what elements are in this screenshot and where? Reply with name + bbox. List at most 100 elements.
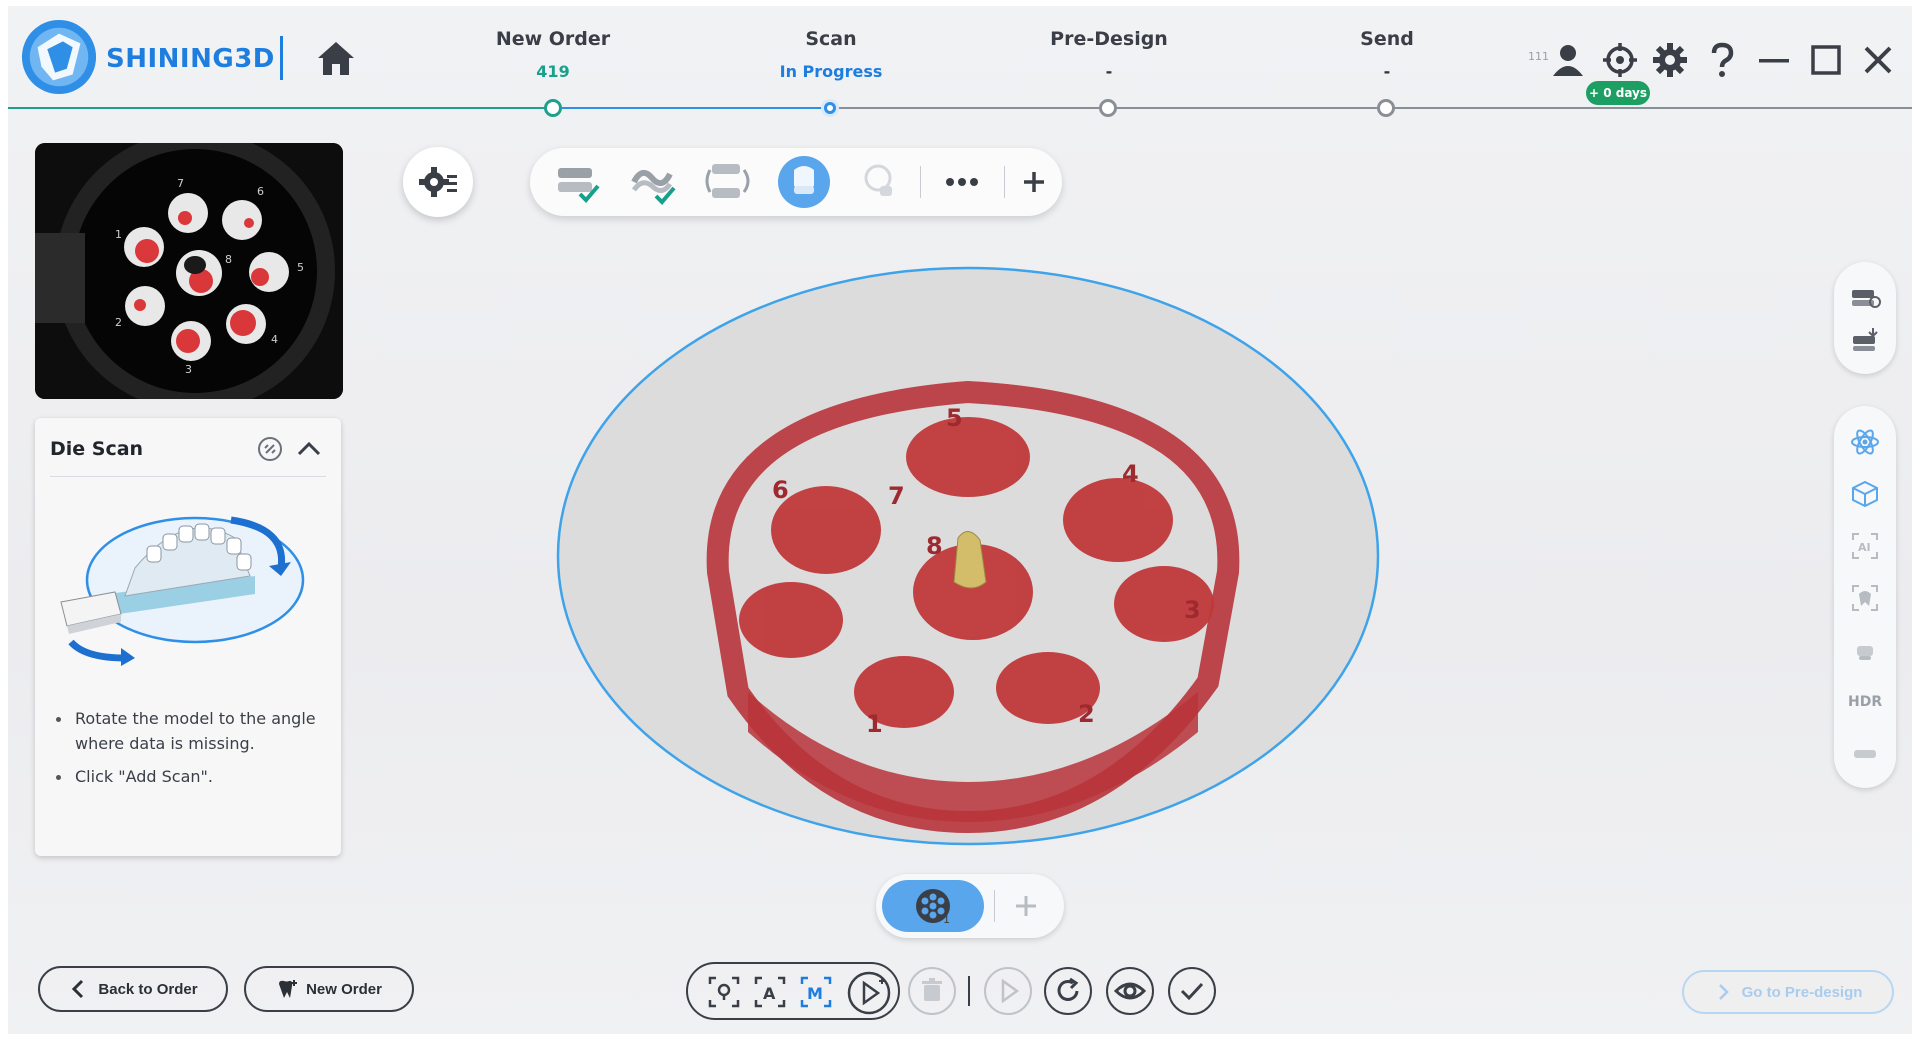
svg-text:M: M [807,984,823,1003]
ai-scan-icon[interactable]: AI [1849,530,1881,562]
back-to-order-button[interactable]: Back to Order [38,966,228,1012]
more-icon[interactable] [936,156,988,208]
step-sub: 419 [536,62,570,81]
tooth-frame-icon[interactable] [1849,582,1881,614]
rescan-button[interactable] [1044,967,1092,1015]
home-icon[interactable] [314,38,358,78]
play-scan-icon[interactable] [846,970,892,1016]
viewport-slot-label: 1 [866,710,883,738]
step-new-order[interactable]: New Order 419 [443,28,663,81]
step-node-send [1377,99,1395,117]
viewport-slot-label: 5 [946,404,963,432]
chevron-right-icon [1718,984,1729,1000]
right-tool-panel-top [1834,262,1896,374]
check-icon [1180,982,1204,1001]
chevron-left-icon [72,979,84,999]
step-node-pre-design [1099,99,1117,117]
detail-scan-disabled-icon[interactable] [854,156,906,208]
preview-slot-label: 8 [225,253,232,266]
crosshair-icon[interactable] [1602,42,1638,78]
step-pre-design[interactable]: Pre-Design - [999,28,1219,81]
user-icon[interactable] [1550,42,1586,78]
scan-tray-icon[interactable] [1849,324,1881,356]
cube-icon[interactable] [1849,478,1881,510]
bottom-divider [968,976,970,1006]
auto-scan-icon[interactable]: A [750,972,790,1012]
preview-slot-label: 7 [177,177,184,190]
tray-plate-icon: 1 [916,889,950,926]
new-order-button[interactable]: New Order [244,966,414,1012]
viewport-slot-label: 2 [1078,700,1095,728]
die-scan-card: Die Scan Rotate the model to the angle w… [35,418,341,856]
preview-slot-label: 6 [257,185,264,198]
scan-mode-controls: A M [686,962,900,1020]
scan-segment-1[interactable]: 1 [882,880,984,932]
progress-line-current [543,107,828,109]
manual-scan-icon[interactable]: M [796,972,836,1012]
close-icon[interactable] [1860,42,1896,78]
step-name: Scan [805,28,857,50]
add-scan-type-icon[interactable] [1008,156,1060,208]
viewport-slot-label: 6 [772,476,789,504]
link-icon[interactable] [258,437,282,461]
jaw-scan-done-icon[interactable] [550,156,602,208]
step-sub: In Progress [779,62,883,81]
tip-item: Click "Add Scan". [50,764,325,789]
preview-slot-label: 2 [115,316,122,329]
tray-gray-icon[interactable] [1849,736,1881,768]
gear-settings-icon [419,167,457,197]
minimize-icon[interactable] [1756,42,1792,78]
viewport-slot-label: 3 [1184,596,1201,624]
svg-text:AI: AI [1858,541,1871,554]
step-sub: - [1383,62,1391,81]
scan-model-render: 1 2 3 4 5 6 7 8 [556,266,1380,846]
confirm-button[interactable] [1168,967,1216,1015]
step-sub: - [1105,62,1113,81]
die-scan-card-controls [258,437,321,461]
gear-icon[interactable] [1652,42,1688,78]
right-tool-panel-bottom: AI HDR [1834,406,1896,788]
step-name: Pre-Design [1050,28,1168,50]
atom-icon[interactable] [1849,426,1881,458]
trim-jaw-icon[interactable] [1849,282,1881,314]
3d-viewport[interactable]: 1 2 3 4 5 6 7 8 [548,262,1388,852]
die-detail-icon[interactable] [1849,634,1881,666]
delete-button[interactable] [908,967,956,1015]
toolbar-divider [1004,166,1005,198]
user-count: 111 [1528,50,1549,63]
preview-slot-label: 5 [297,261,304,274]
viewport-slot-label: 7 [888,482,905,510]
go-to-predesign-button[interactable]: Go to Pre-design [1682,970,1894,1014]
add-segment-icon[interactable] [1008,888,1044,924]
bite-scan-icon[interactable] [702,156,754,208]
scan-type-toolbar [530,148,1062,216]
step-scan[interactable]: Scan In Progress [721,28,941,81]
step-name: New Order [495,28,611,50]
viewport-slot-label: 8 [926,532,943,560]
help-icon[interactable] [1704,42,1740,78]
die-scan-divider [50,476,326,477]
play-disabled-button[interactable] [984,967,1032,1015]
toolbar-divider [920,166,921,198]
preview-slot-label: 4 [271,333,278,346]
view-button[interactable] [1106,967,1154,1015]
preview-slot-label: 1 [115,228,122,241]
camera-preview-image: 1 2 3 4 5 6 7 8 [35,143,343,399]
impression-scan-done-icon[interactable] [626,156,678,208]
step-name: Send [1360,28,1414,50]
brand-divider [280,36,283,80]
hdr-button[interactable]: HDR [1848,694,1882,710]
collapse-chevron-icon[interactable] [297,441,321,456]
die-scan-title: Die Scan [50,438,144,460]
maximize-icon[interactable] [1808,42,1844,78]
go-to-predesign-label: Go to Pre-design [1741,983,1863,1001]
play-icon [1001,978,1020,1004]
die-scan-tab[interactable] [778,156,830,208]
trash-icon [922,978,942,1001]
new-order-label: New Order [306,980,382,998]
step-send[interactable]: Send - [1277,28,1497,81]
preview-slot-label: 3 [185,363,192,376]
scan-settings-button[interactable] [403,147,473,217]
tooth-plus-icon [279,980,298,998]
focus-scan-icon[interactable] [704,972,744,1012]
